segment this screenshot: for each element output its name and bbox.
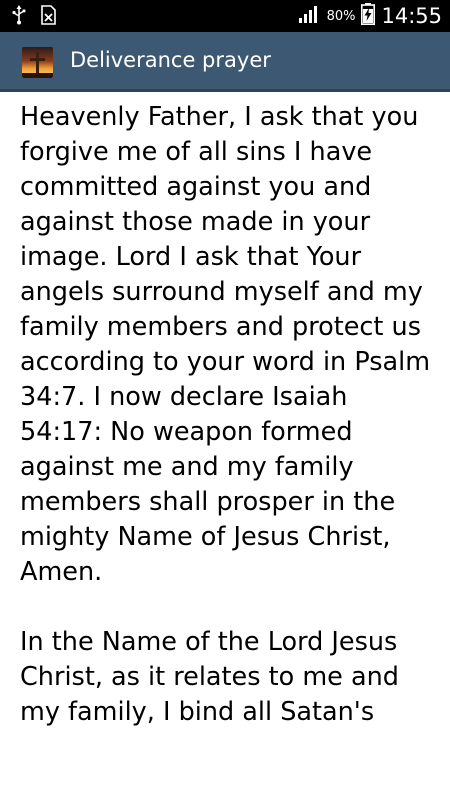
sim-blocked-icon: [40, 5, 56, 29]
app-title: Deliverance prayer: [70, 48, 271, 72]
prayer-text: Heavenly Father, I ask that you forgive …: [20, 102, 431, 727]
action-bar: Deliverance prayer: [0, 32, 450, 92]
status-bar: 80% 14:55: [0, 0, 450, 32]
signal-icon: [298, 5, 321, 27]
notification-icons: [12, 5, 56, 29]
battery-charging-icon: [361, 3, 376, 29]
cross-sunset-icon[interactable]: [22, 47, 53, 78]
usb-icon: [12, 5, 26, 29]
prayer-scroll-view[interactable]: Heavenly Father, I ask that you forgive …: [0, 92, 450, 740]
battery-percent: 80%: [326, 8, 356, 24]
clock: 14:55: [381, 4, 442, 28]
system-status: 80% 14:55: [298, 0, 442, 32]
